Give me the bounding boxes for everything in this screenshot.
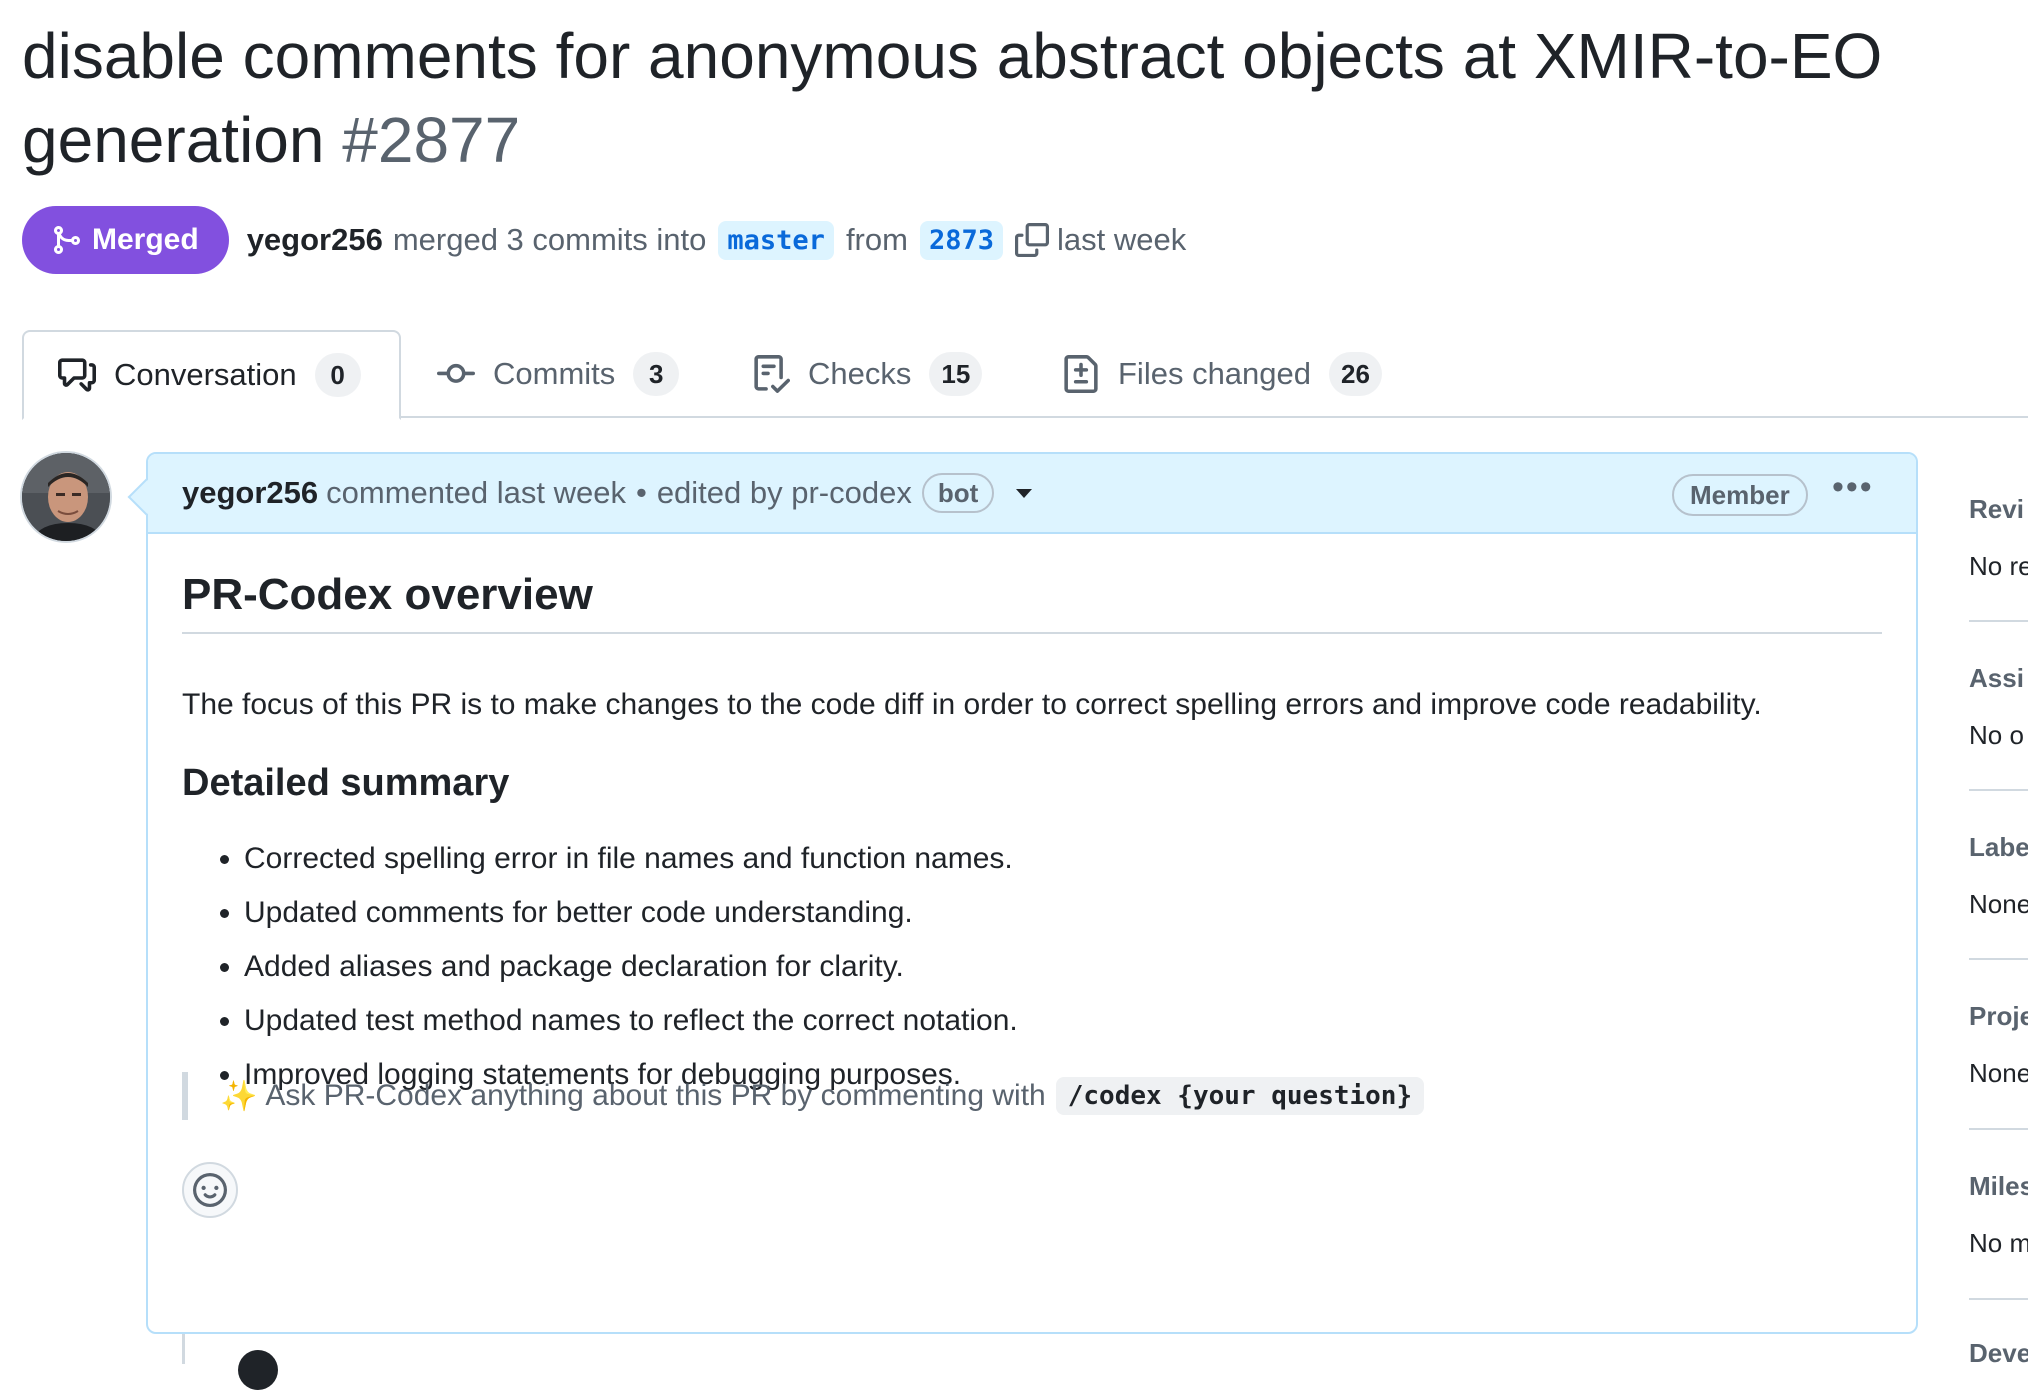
sidebar-heading: Labe	[1969, 832, 2028, 862]
sidebar-divider	[1969, 958, 2028, 960]
sidebar-heading: Deve	[1969, 1338, 2028, 1368]
sidebar-assignees[interactable]: Assi No o	[1969, 663, 2028, 751]
tab-conversation[interactable]: Conversation 0	[22, 330, 401, 420]
pr-tabs: Conversation 0 Commits 3 Checks 15 Files…	[22, 330, 2028, 420]
comment-box: yegor256 commented last week • edited by…	[146, 452, 1918, 1334]
copy-icon[interactable]	[1014, 223, 1049, 257]
sidebar-labels[interactable]: Labe None	[1969, 832, 2028, 920]
head-branch-link[interactable]: 2873	[919, 220, 1003, 260]
tab-files-changed-count: 26	[1329, 352, 1382, 396]
smiley-icon	[193, 1173, 227, 1207]
member-label: Member	[1672, 474, 1808, 516]
sidebar-development[interactable]: Deve	[1969, 1338, 2028, 1369]
list-item: Updated comments for better code underst…	[244, 886, 1018, 940]
comment-paragraph: The focus of this PR is to make changes …	[182, 688, 1762, 721]
tab-commits-label: Commits	[493, 356, 616, 391]
tab-commits-count: 3	[633, 352, 680, 396]
merge-time: last week	[1056, 222, 1187, 257]
list-item: Added aliases and package declaration fo…	[244, 940, 1018, 994]
comment-discussion-icon	[58, 358, 96, 392]
sidebar-divider	[1969, 620, 2028, 622]
sidebar-divider	[1969, 1128, 2028, 1130]
tab-checks-count: 15	[929, 352, 983, 396]
pr-author-link[interactable]: yegor256	[247, 222, 383, 258]
file-diff-icon	[1064, 355, 1098, 393]
bot-label: bot	[921, 473, 995, 513]
git-commit-icon	[437, 363, 475, 383]
avatar-photo	[22, 453, 110, 541]
timeline-avatar	[238, 1350, 278, 1390]
comment-subheading: Detailed summary	[182, 762, 510, 804]
list-item: Corrected spelling error in file names a…	[244, 832, 1018, 886]
codex-blockquote: ✨ Ask PR-Codex anything about this PR by…	[182, 1072, 1425, 1120]
merged-state-badge: Merged	[22, 206, 229, 274]
comment-heading: PR-Codex overview	[182, 570, 1882, 634]
sidebar-heading: Revi	[1969, 494, 2024, 524]
tab-checks[interactable]: Checks 15	[752, 330, 983, 418]
tab-conversation-count: 0	[314, 353, 361, 397]
sidebar-heading: Miles	[1969, 1171, 2028, 1201]
merge-text: merged 3 commits into	[392, 222, 707, 257]
pr-title-text: disable comments for anonymous abstract …	[22, 20, 1883, 176]
pr-meta: Merged yegor256 merged 3 commits into ma…	[22, 206, 1186, 274]
comment-separator: •	[635, 475, 647, 510]
list-item: Updated test method names to reflect the…	[244, 994, 1018, 1048]
tab-checks-label: Checks	[808, 356, 912, 391]
sidebar-divider	[1969, 789, 2028, 791]
pr-title: disable comments for anonymous abstract …	[22, 14, 2012, 182]
triangle-down-icon[interactable]	[1016, 488, 1033, 498]
from-text: from	[845, 222, 908, 257]
sidebar-value: None	[1969, 1058, 2028, 1088]
pr-number: #2877	[342, 104, 521, 176]
tab-files-changed[interactable]: Files changed 26	[1062, 330, 1382, 418]
kebab-horizontal-icon[interactable]: •••	[1832, 468, 1874, 507]
tab-conversation-label: Conversation	[114, 357, 297, 392]
comment-header: yegor256 commented last week • edited by…	[148, 454, 1916, 534]
summary-list: Corrected spelling error in file names a…	[182, 832, 1018, 1102]
merge-summary: yegor256 merged 3 commits into master fr…	[247, 220, 1187, 260]
sidebar-projects[interactable]: Proje None	[1969, 1001, 2028, 1089]
sidebar-reviewers[interactable]: Revi No re	[1969, 494, 2028, 582]
avatar[interactable]	[20, 451, 112, 543]
base-branch-link[interactable]: master	[718, 220, 834, 260]
timeline-line	[182, 1334, 185, 1364]
sparkles-icon: ✨	[220, 1079, 258, 1113]
codex-command-code: /codex {your question}	[1055, 1077, 1425, 1115]
tab-files-changed-label: Files changed	[1118, 356, 1312, 391]
git-merge-icon	[54, 226, 81, 254]
merged-state-label: Merged	[92, 223, 199, 256]
sidebar-divider	[1969, 1298, 2028, 1300]
tab-commits[interactable]: Commits 3	[437, 330, 680, 418]
add-reaction-button[interactable]	[182, 1162, 238, 1218]
sidebar-value: None	[1969, 889, 2028, 919]
checklist-icon	[754, 355, 790, 393]
quote-text: Ask PR-Codex anything about this PR by c…	[265, 1079, 1046, 1112]
comment-action[interactable]: commented last week	[326, 475, 626, 511]
sidebar-value: No o	[1969, 720, 2024, 750]
comment-author-link[interactable]: yegor256	[182, 475, 318, 511]
sidebar-milestone[interactable]: Miles No m	[1969, 1171, 2028, 1259]
sidebar-heading: Assi	[1969, 663, 2024, 693]
edited-by-link[interactable]: edited by pr-codex	[657, 475, 912, 511]
sidebar-value: No re	[1969, 551, 2028, 581]
sidebar-heading: Proje	[1969, 1001, 2028, 1031]
sidebar-value: No m	[1969, 1228, 2028, 1258]
